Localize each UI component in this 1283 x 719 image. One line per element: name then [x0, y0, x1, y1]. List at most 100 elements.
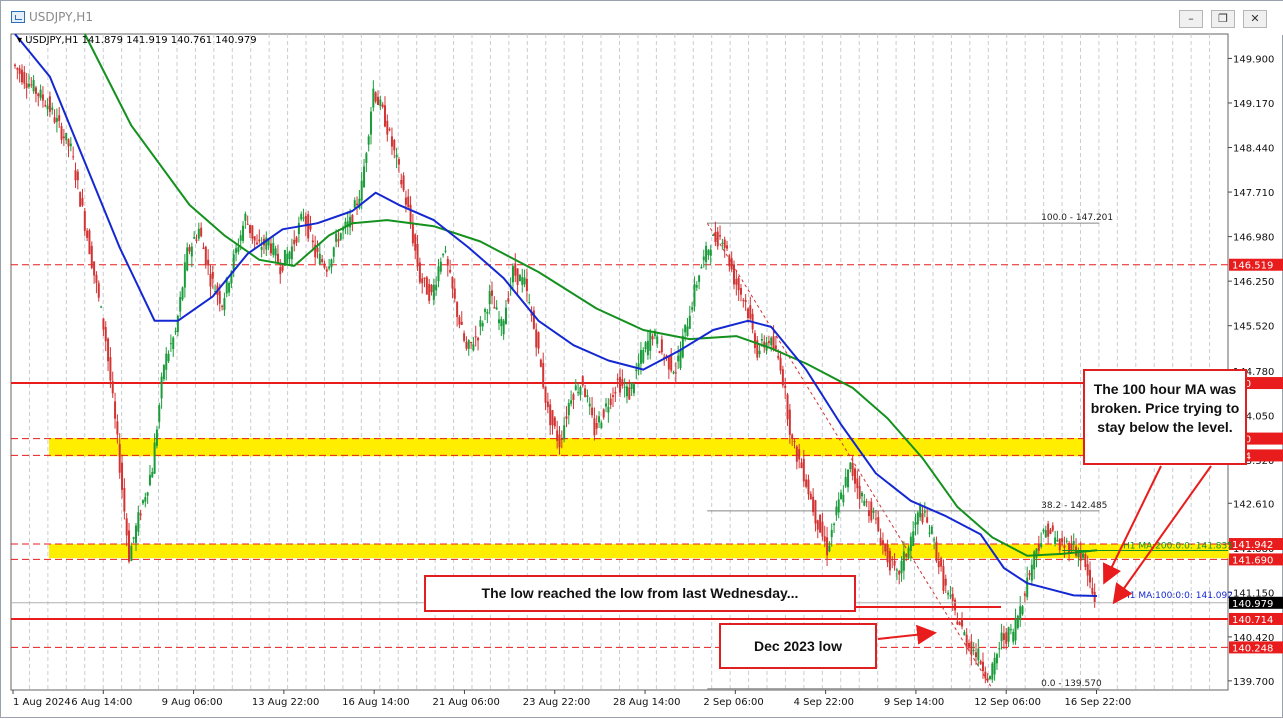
x-tick-label: 9 Sep 14:00 [884, 697, 944, 708]
candle-body [518, 274, 521, 282]
candle-body [55, 117, 58, 122]
candle-body [854, 468, 857, 484]
candle-body [984, 671, 987, 679]
candle-body [944, 578, 947, 586]
candle-body [491, 290, 494, 296]
candle-body [330, 259, 333, 268]
candle-body [563, 425, 566, 440]
candle-body [884, 544, 887, 552]
candle-body [370, 111, 373, 135]
candle-body [449, 269, 452, 273]
candle-body [998, 648, 1001, 650]
candle-body [905, 554, 908, 557]
candle-body [97, 283, 100, 298]
candle-body [400, 180, 403, 185]
x-tick-label: 4 Sep 22:00 [794, 697, 854, 708]
candle-body [88, 230, 91, 255]
candle-body [900, 560, 903, 574]
candle-body [27, 83, 30, 87]
candle-body [537, 332, 540, 349]
x-tick-label: 23 Aug 22:00 [523, 697, 590, 708]
candle-body [190, 246, 193, 257]
candle-body [288, 251, 291, 260]
candle-body [1056, 540, 1059, 542]
candle-body [493, 307, 496, 309]
candle-body [153, 442, 156, 474]
candle-body [174, 331, 177, 333]
candle-body [181, 287, 184, 300]
candle-body [65, 132, 68, 141]
candle-body [393, 140, 396, 151]
candle-body [798, 449, 801, 460]
candle-body [886, 544, 889, 563]
candle-body [651, 336, 654, 340]
candle-body [397, 159, 400, 165]
x-tick-label: 16 Aug 14:00 [342, 697, 409, 708]
candle-body [705, 245, 708, 263]
candle-body [688, 315, 691, 329]
candle-body [183, 262, 186, 288]
candle-body [535, 329, 538, 348]
candle-body [472, 344, 475, 351]
candle-body [909, 536, 912, 551]
candle-body [893, 561, 896, 566]
candle-body [137, 512, 140, 532]
candle-body [912, 531, 915, 547]
candle-body [581, 376, 584, 386]
candle-body [223, 298, 226, 311]
candle-body [1061, 538, 1064, 543]
candle-body [51, 107, 54, 110]
candle-body [877, 517, 880, 532]
candle-body [1030, 564, 1033, 581]
candle-body [965, 634, 968, 648]
candle-body [109, 357, 112, 381]
candle-body [514, 263, 517, 276]
candle-body [823, 536, 826, 542]
candle-body [963, 632, 966, 636]
candle-body [758, 350, 761, 354]
candle-body [742, 299, 745, 301]
candle-body [881, 540, 884, 545]
candle-body [300, 214, 303, 220]
candle-body [507, 298, 510, 302]
candle-body [558, 434, 561, 448]
candle-body [779, 357, 782, 371]
candle-body [860, 492, 863, 497]
candle-body [793, 440, 796, 442]
candle-body [363, 166, 366, 188]
candle-body [856, 478, 859, 489]
candle-body [497, 319, 500, 324]
candle-body [458, 316, 461, 325]
candle-body [930, 526, 933, 534]
candle-body [649, 332, 652, 351]
candle-body [1089, 569, 1092, 583]
candle-body [37, 93, 40, 97]
candle-body [155, 429, 158, 446]
candle-body [1042, 529, 1045, 532]
candle-body [923, 511, 926, 513]
candle-body [572, 394, 575, 400]
candle-body [93, 261, 96, 276]
candle-body [828, 545, 831, 552]
candle-body [421, 278, 424, 284]
candle-body [48, 96, 51, 112]
candle-body [451, 276, 454, 289]
candle-body [956, 621, 959, 625]
candle-body [328, 266, 331, 269]
price-level-label: 141.690 [1232, 555, 1273, 566]
candle-body [439, 261, 442, 272]
candle-body [791, 434, 794, 440]
candle-body [567, 403, 570, 416]
x-tick-label: 28 Aug 14:00 [613, 697, 680, 708]
candle-body [1079, 552, 1082, 561]
candle-body [867, 510, 870, 517]
candle-body [381, 104, 384, 107]
candle-body [835, 506, 838, 516]
candle-body [404, 197, 407, 205]
candle-body [821, 521, 824, 537]
candle-body [588, 403, 591, 407]
candle-body [951, 593, 954, 601]
support-resistance-zone [49, 544, 1229, 559]
candle-body [162, 365, 165, 380]
candle-body [74, 170, 77, 181]
